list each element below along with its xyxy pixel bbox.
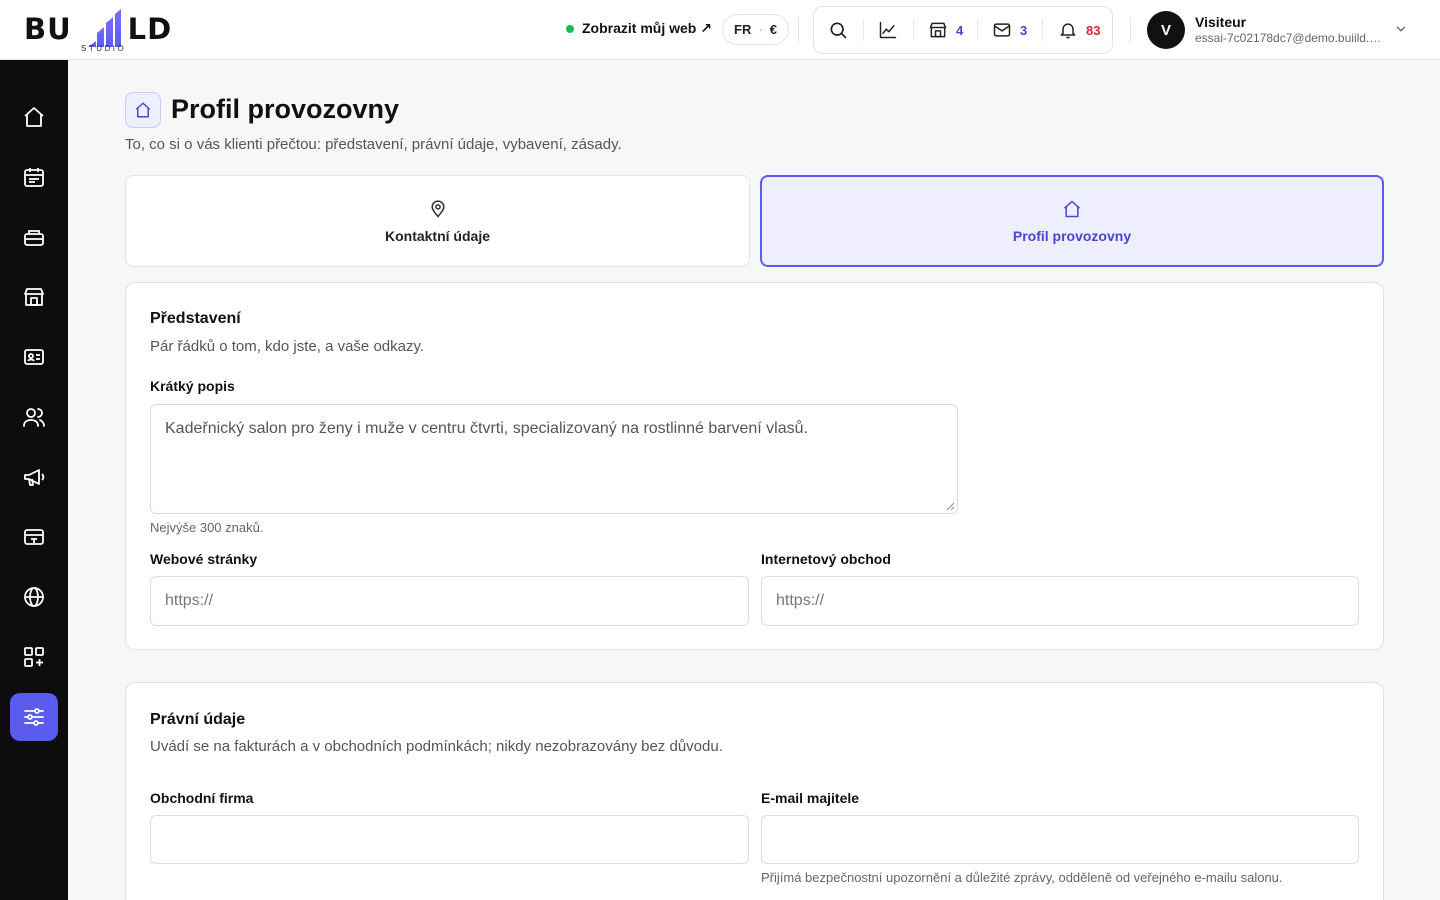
mail-icon [993, 23, 1011, 37]
divider [863, 19, 864, 41]
company-name-label: Obchodní firma [150, 790, 254, 806]
view-site-link[interactable]: Zobrazit můj web ↗ [566, 20, 712, 37]
website-label: Webové stránky [150, 551, 258, 567]
briefcase-icon [24, 230, 44, 246]
user-info: Visiteur essai-7c02178dc7@demo.buiild.ap… [1195, 14, 1385, 46]
sidebar-item-calendar[interactable] [10, 153, 58, 201]
notification-count-badge: 83 [1086, 22, 1101, 38]
section-description: Uvádí se na fakturách a v obchodních pod… [150, 738, 723, 755]
user-name: Visiteur [1195, 14, 1247, 30]
short-description-hint: Nejvýše 300 znaků. [150, 520, 264, 535]
map-pin-icon [430, 199, 445, 218]
divider [913, 19, 914, 41]
online-status-dot [566, 24, 574, 33]
intro-section: Představení Pár řádků o tom, kdo jste, a… [125, 282, 1384, 650]
language-code: FR [734, 22, 752, 37]
page-title: Profil provozovny [171, 94, 400, 124]
sidebar-item-website[interactable] [10, 573, 58, 621]
short-description-value: Kadeřnický salon pro ženy i muže v centr… [165, 420, 808, 437]
resize-grip-icon[interactable] [945, 501, 955, 511]
sidebar-item-business[interactable] [10, 273, 58, 321]
logo-wordmark: BU LD [24, 12, 173, 46]
sidebar-item-apps[interactable] [10, 633, 58, 681]
sidebar-item-clients[interactable] [10, 333, 58, 381]
owner-email-label: E-mail majitele [761, 790, 860, 806]
tab-business-profile[interactable]: Profil provozovny [760, 175, 1384, 267]
brand-logo[interactable]: BU LD STUDIO [24, 8, 184, 53]
legal-section: Právní údaje Uvádí se na fakturách a v o… [125, 682, 1384, 900]
id-card-icon [24, 349, 44, 365]
online-shop-placeholder: https:// [776, 592, 825, 609]
section-description: Pár řádků o tom, kdo jste, a vaše odkazy… [150, 338, 425, 355]
chevron-down-icon[interactable] [1394, 22, 1408, 36]
user-email: essai-7c02178dc7@demo.buiild.app [1195, 31, 1385, 45]
megaphone-icon [24, 469, 45, 486]
short-description-textarea[interactable]: Kadeřnický salon pro ženy i muže v centr… [150, 404, 958, 514]
sidebar-item-home[interactable] [10, 93, 58, 141]
apps-icon [24, 647, 44, 667]
online-shop-input[interactable]: https:// [761, 576, 1359, 626]
short-description-label: Krátký popis [150, 378, 235, 394]
users-icon [23, 408, 45, 427]
home-icon [24, 107, 44, 127]
company-name-input[interactable] [150, 815, 749, 864]
divider [977, 19, 978, 41]
language-currency-selector[interactable]: FR · € [722, 14, 789, 45]
shop-count-badge: 4 [956, 22, 964, 38]
separator-dot: · [758, 22, 763, 37]
sidebar-item-team[interactable] [10, 393, 58, 441]
sidebar [0, 60, 68, 900]
tab-label: Profil provozovny [1012, 227, 1132, 244]
page-subtitle: To, co si o vás klienti přečtou: předsta… [125, 136, 622, 153]
website-input[interactable]: https:// [150, 576, 749, 626]
sidebar-item-marketing[interactable] [10, 453, 58, 501]
owner-email-hint: Přijímá bezpečnostní upozornění a důleži… [761, 870, 1283, 885]
home-icon [1064, 200, 1080, 217]
sidebar-item-payments[interactable] [10, 513, 58, 561]
sidebar-item-services[interactable] [10, 213, 58, 261]
divider [1042, 19, 1043, 41]
view-site-label: Zobrazit můj web ↗ [582, 20, 712, 36]
payment-icon [24, 529, 44, 545]
globe-icon [24, 587, 44, 607]
divider [1130, 18, 1131, 42]
shop-button[interactable]: 4 [928, 7, 963, 53]
avatar: V [1147, 11, 1185, 49]
store-icon [24, 288, 44, 306]
search-icon [830, 22, 847, 39]
settings-sliders-icon [24, 708, 44, 726]
user-menu[interactable]: V Visiteur essai-7c02178dc7@demo.buiild.… [1147, 11, 1385, 49]
mail-count-badge: 3 [1020, 22, 1028, 38]
section-title: Představení [150, 310, 241, 327]
bell-icon [1060, 23, 1076, 39]
divider [798, 18, 799, 42]
chart-line-icon [879, 21, 897, 39]
sidebar-item-settings[interactable] [10, 693, 58, 741]
tab-label: Kontaktní údaje [384, 227, 490, 244]
header-toolbar: 4 3 83 [813, 6, 1113, 54]
website-placeholder: https:// [165, 592, 214, 609]
search-button[interactable] [828, 7, 848, 53]
tab-contact-details[interactable]: Kontaktní údaje [125, 175, 750, 267]
owner-email-input[interactable] [761, 815, 1359, 864]
page-home-icon-badge [125, 92, 161, 128]
logo-subtitle: STUDIO [81, 44, 127, 53]
store-icon [929, 22, 947, 38]
top-bar: BU LD STUDIO Zobrazit můj web ↗ FR · € 4 … [0, 0, 1440, 60]
section-title: Právní údaje [150, 711, 246, 728]
calendar-icon [24, 168, 44, 187]
messages-button[interactable]: 3 [992, 7, 1027, 53]
currency-symbol: € [769, 22, 777, 37]
notifications-button[interactable]: 83 [1058, 7, 1100, 53]
stats-button[interactable] [878, 7, 898, 53]
home-icon [135, 102, 151, 118]
online-shop-label: Internetový obchod [761, 551, 891, 567]
